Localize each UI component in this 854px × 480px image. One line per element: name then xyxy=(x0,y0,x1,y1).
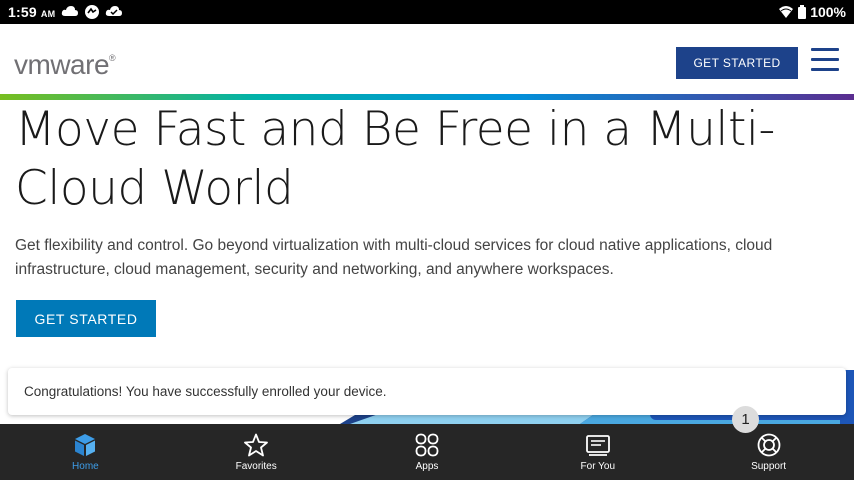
nav-for-you[interactable]: For You xyxy=(512,424,683,480)
status-time: 1:59 AM xyxy=(8,4,56,20)
wifi-icon xyxy=(779,6,794,18)
status-right: 100% xyxy=(778,4,846,20)
cloud-icon xyxy=(61,6,78,16)
hub-icon xyxy=(85,5,99,19)
cloud-check-icon xyxy=(105,6,122,16)
battery-icon xyxy=(798,5,807,19)
nav-favorites-label: Favorites xyxy=(235,461,277,472)
nav-support-label: Support xyxy=(751,461,787,472)
vmware-logo[interactable]: vmware® xyxy=(14,49,116,81)
nav-home-label: Home xyxy=(72,461,99,472)
star-icon xyxy=(244,433,269,457)
support-notification-badge: 1 xyxy=(732,406,759,433)
site-header: vmware® GET STARTED xyxy=(0,24,854,94)
apps-grid-icon xyxy=(415,433,439,457)
hero-title: Move Fast and Be Free in a Multi-Cloud W… xyxy=(15,102,775,216)
lifebuoy-icon xyxy=(757,433,780,457)
feed-icon xyxy=(585,435,610,456)
toast-message: Congratulations! You have successfully e… xyxy=(24,384,387,399)
nav-home[interactable]: Home xyxy=(0,424,171,480)
hero-get-started-button[interactable]: GET STARTED xyxy=(16,300,156,337)
hero-description: Get flexibility and control. Go beyond v… xyxy=(15,237,773,278)
nav-favorites[interactable]: Favorites xyxy=(171,424,342,480)
status-bar: 1:59 AM 100% xyxy=(0,0,854,24)
nav-for-you-label: For You xyxy=(580,461,616,472)
nav-apps[interactable]: Apps xyxy=(342,424,513,480)
header-get-started-button[interactable]: GET STARTED xyxy=(676,47,798,79)
nav-apps-label: Apps xyxy=(415,461,439,472)
nav-support[interactable]: Support xyxy=(683,424,854,480)
battery-level: 100% xyxy=(810,4,846,20)
cube-icon xyxy=(75,434,96,456)
enrollment-toast[interactable]: Congratulations! You have successfully e… xyxy=(8,368,846,415)
menu-icon[interactable] xyxy=(811,48,839,76)
bottom-navigation: Home Favorites Apps For You Support xyxy=(0,424,854,480)
